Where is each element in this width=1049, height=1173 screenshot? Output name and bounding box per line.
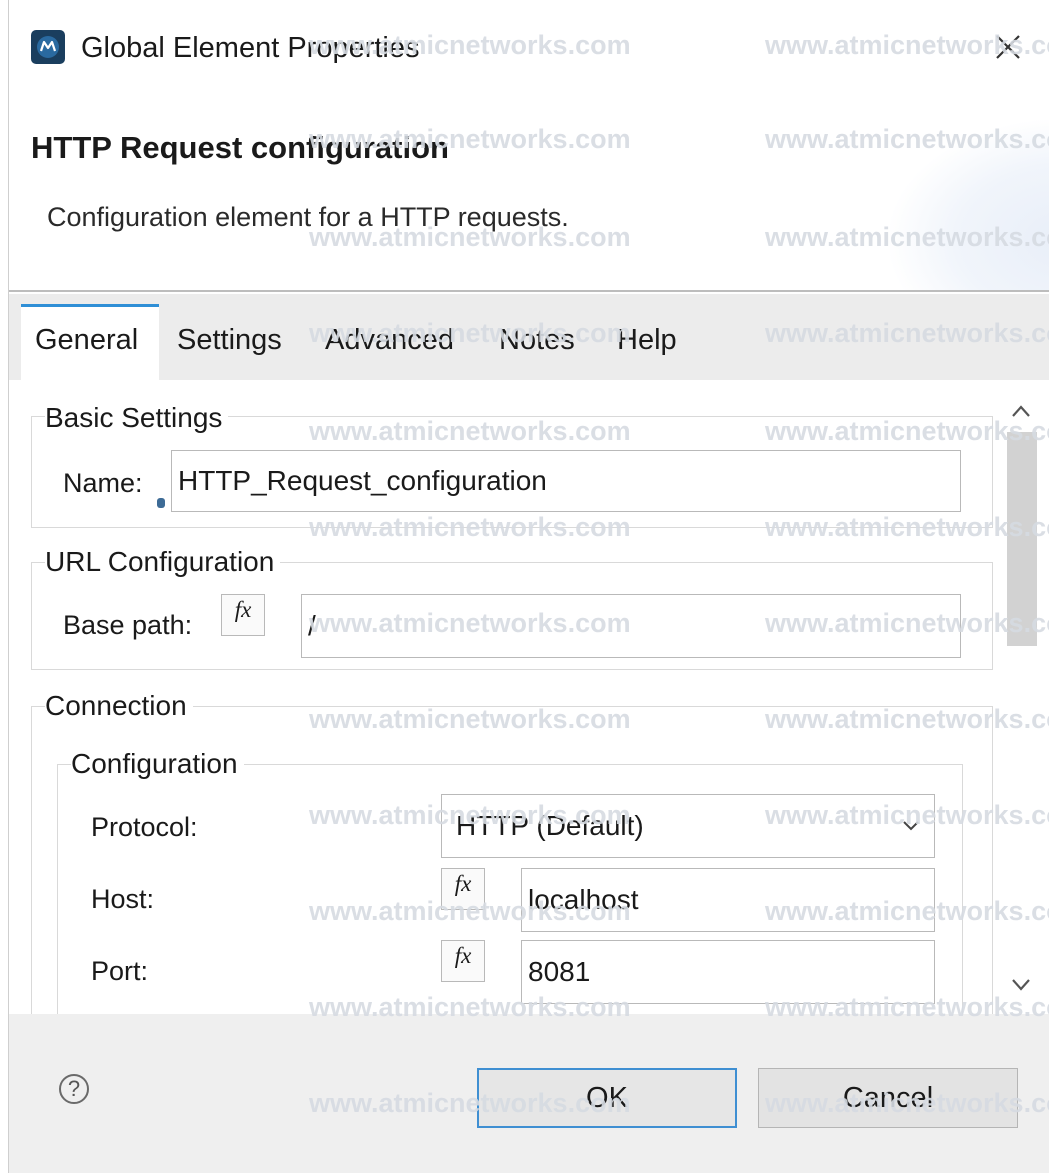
close-icon[interactable]	[991, 30, 1025, 64]
protocol-label: Protocol:	[91, 812, 198, 842]
port-fx-button[interactable]: fx	[441, 940, 485, 982]
tab-help[interactable]: Help	[617, 324, 677, 357]
title-bar: Global Element Properties	[9, 0, 1049, 100]
global-element-properties-dialog: Global Element Properties HTTP Request c…	[8, 0, 1049, 1173]
tab-advanced[interactable]: Advanced	[325, 324, 454, 357]
protocol-select-value: HTTP (Default)	[456, 810, 644, 841]
scroll-up-icon[interactable]	[1005, 396, 1037, 426]
host-fx-button[interactable]: fx	[441, 868, 485, 910]
info-icon	[157, 498, 165, 508]
name-input[interactable]: HTTP_Request_configuration	[171, 450, 961, 512]
name-label: Name:	[63, 468, 143, 498]
base-path-fx-button[interactable]: fx	[221, 594, 265, 636]
url-configuration-label: URL Configuration	[45, 546, 281, 578]
tab-notes[interactable]: Notes	[499, 324, 575, 357]
protocol-select[interactable]: HTTP (Default)	[441, 794, 935, 858]
port-input[interactable]: 8081	[521, 940, 935, 1004]
host-label: Host:	[91, 884, 155, 914]
ok-button[interactable]: OK	[477, 1068, 737, 1128]
connection-label: Connection	[45, 690, 193, 722]
port-label: Port:	[91, 956, 149, 986]
window-title: Global Element Properties	[81, 32, 420, 64]
tab-bar: General Settings Advanced Notes Help	[9, 294, 1049, 385]
tab-settings[interactable]: Settings	[177, 324, 282, 357]
cancel-button[interactable]: Cancel	[758, 1068, 1018, 1128]
base-path-input[interactable]: /	[301, 594, 961, 658]
header-divider	[9, 290, 1049, 292]
general-tab-content: Basic Settings Name: HTTP_Request_config…	[21, 384, 993, 1014]
host-input[interactable]: localhost	[521, 868, 935, 932]
dialog-header: HTTP Request configuration Configuration…	[9, 100, 1049, 290]
chevron-down-icon	[903, 821, 919, 831]
tab-general[interactable]: General	[35, 324, 138, 357]
header-decoration	[890, 120, 1049, 290]
vertical-scrollbar[interactable]	[997, 384, 1041, 1014]
help-icon[interactable]: ?	[59, 1074, 89, 1104]
dialog-footer: ? OK Cancel	[9, 1014, 1049, 1173]
header-title: HTTP Request configuration	[31, 130, 449, 165]
scroll-down-icon[interactable]	[1005, 970, 1037, 1000]
scrollbar-thumb[interactable]	[1007, 432, 1037, 646]
base-path-label: Base path:	[63, 610, 193, 640]
mule-app-icon	[31, 30, 65, 64]
basic-settings-label: Basic Settings	[45, 402, 229, 434]
header-description: Configuration element for a HTTP request…	[47, 202, 569, 232]
configuration-label: Configuration	[71, 748, 244, 780]
